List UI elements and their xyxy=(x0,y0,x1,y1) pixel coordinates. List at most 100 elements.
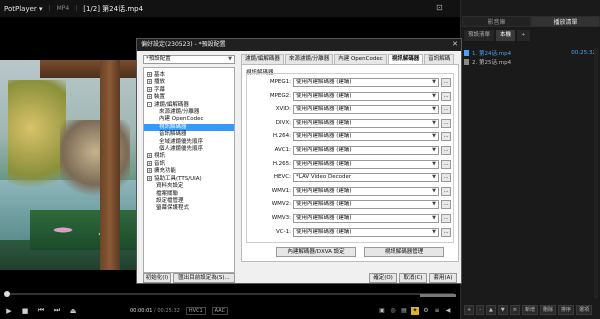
playlist-icon[interactable]: ≡ xyxy=(433,307,441,315)
decoder-options-button[interactable]: ... xyxy=(441,227,451,237)
tree-item[interactable]: 視訊解碼器 xyxy=(144,123,234,132)
decoder-options-button[interactable]: ... xyxy=(441,214,451,223)
decoder-select[interactable]: 使用內建解碼器 (建議) ▼ xyxy=(293,200,439,210)
subtab-local[interactable]: 本機 xyxy=(496,30,516,41)
initialize-button[interactable]: 初始化(I) xyxy=(143,273,171,283)
tree-item[interactable]: 全域濾鏡優先順序 xyxy=(144,139,234,146)
tree-item[interactable]: + 擴充功能 xyxy=(144,168,234,175)
time-display[interactable]: 00:00:01 / 00:25:32 xyxy=(130,308,180,314)
decoder-select[interactable]: 使用內建解碼器 (建議) ▼ xyxy=(293,118,439,128)
add-button[interactable]: 新增 xyxy=(521,305,538,315)
expand-icon[interactable]: + xyxy=(147,175,152,181)
collapse-icon[interactable]: - xyxy=(147,101,152,107)
decoder-label: WMV3: xyxy=(271,215,291,221)
tree-item[interactable]: + 視訊 xyxy=(144,153,234,160)
previous-icon[interactable]: ⏮ xyxy=(36,306,46,315)
decoder-options-button[interactable]: ... xyxy=(441,91,451,101)
stop-icon[interactable]: ■ xyxy=(20,307,30,315)
tab-filters-codecs[interactable]: 濾鏡/編解碼器 xyxy=(241,54,284,64)
sort-button[interactable]: 排序 xyxy=(557,305,574,315)
seek-bar[interactable] xyxy=(0,290,460,298)
chevron-down-icon: ▼ xyxy=(432,92,436,99)
expand-icon[interactable]: + xyxy=(147,160,152,166)
tree-item[interactable]: 檔案關聯 xyxy=(144,191,234,198)
tree-item[interactable]: + 播放 xyxy=(144,79,234,86)
subtitle-icon[interactable]: ▤ xyxy=(400,307,408,315)
list-item[interactable]: 2. 第25话.mp4 xyxy=(462,57,600,66)
tree-item[interactable]: 內建 OpenCodec xyxy=(144,116,234,123)
cancel-button[interactable]: 取消(C) xyxy=(399,273,427,283)
list-item[interactable]: 1. 第24话.mp4 00:25:32 xyxy=(462,48,600,57)
volume-icon[interactable]: ◀ xyxy=(444,307,452,315)
playlist-scrollbar[interactable] xyxy=(594,48,598,298)
vr-icon[interactable]: ◎ xyxy=(389,307,397,315)
decoder-options-button[interactable]: ... xyxy=(441,159,451,169)
options-button[interactable]: 選項 xyxy=(575,305,592,315)
expand-icon[interactable]: + xyxy=(147,94,152,100)
decoder-options-button[interactable]: ... xyxy=(441,132,451,142)
chevron-down-icon: ▼ xyxy=(432,147,436,153)
export-settings-button[interactable]: 匯出目前設定為(S)... xyxy=(173,273,235,283)
move-up-button[interactable]: ▲ xyxy=(486,305,496,315)
seek-handle[interactable] xyxy=(4,291,10,297)
expand-icon[interactable]: + xyxy=(147,153,152,159)
decoder-options-button[interactable]: ... xyxy=(441,200,451,210)
playlist-add-button[interactable]: + xyxy=(464,305,475,315)
decoder-select[interactable]: 使用內建解碼器 (建議) ▼ xyxy=(293,91,439,101)
expand-icon[interactable]: + xyxy=(147,79,152,85)
tab-opencodec[interactable]: 內建 OpenCodec xyxy=(334,54,387,64)
tree-item[interactable]: 資料夾設定 xyxy=(144,183,234,190)
expand-icon[interactable]: + xyxy=(147,72,152,77)
delete-button[interactable]: 刪除 xyxy=(539,305,556,315)
decoder-select[interactable]: 使用內建解碼器 (建議) ▼ xyxy=(293,78,439,87)
decoder-options-button[interactable]: ... xyxy=(441,173,451,183)
decoder-select[interactable]: 使用內建解碼器 (建議) ▼ xyxy=(293,105,439,115)
subtab-default-list[interactable]: 預設清單 xyxy=(464,30,495,41)
tab-playlist[interactable]: 播放清單 xyxy=(531,16,600,27)
settings-icon[interactable]: ✦ xyxy=(411,306,419,315)
decoder-options-button[interactable]: ... xyxy=(441,78,451,87)
expand-icon[interactable]: + xyxy=(147,168,152,174)
decoder-select[interactable]: 使用內建解碼器 (建議) ▼ xyxy=(293,159,439,169)
close-icon[interactable]: ✕ xyxy=(452,40,458,48)
builtin-dxva-settings-button[interactable]: 內建解碼器/DXVA 設定 xyxy=(276,247,356,257)
ok-button[interactable]: 確定(O) xyxy=(369,273,397,283)
tab-library[interactable]: 影音庫 xyxy=(462,16,531,27)
open-file-icon[interactable]: ⏏ xyxy=(68,307,78,315)
tab-video-decoder[interactable]: 視訊解碼器 xyxy=(387,54,424,64)
decoder-row: HEVC: *LAV Video Decoder ▼... xyxy=(247,172,455,183)
profile-select[interactable]: *預設配置 ▼ xyxy=(143,55,235,64)
tree-item[interactable]: 音訊解碼器 xyxy=(144,131,234,138)
apply-button[interactable]: 套用(A) xyxy=(429,273,457,283)
decoder-select[interactable]: *LAV Video Decoder ▼ xyxy=(293,173,439,183)
tab-source-filters[interactable]: 來源濾鏡/分離器 xyxy=(284,54,334,64)
tree-item[interactable]: + 協助工具(TTS/UIA) xyxy=(144,175,234,183)
pin-icon[interactable]: ⊡ xyxy=(436,3,446,13)
tree-item[interactable]: - 濾鏡/編解碼器 xyxy=(144,101,234,109)
tree-item-label: 來源濾鏡/分離器 xyxy=(159,109,200,116)
move-down-button[interactable]: ▼ xyxy=(497,305,508,315)
tab-audio-decoder[interactable]: 音訊解碼 xyxy=(424,54,455,64)
decoder-select[interactable]: 使用內建解碼器 (建議) ▼ xyxy=(293,132,439,142)
decoder-options-button[interactable]: ... xyxy=(441,146,451,155)
decoder-options-button[interactable]: ... xyxy=(441,186,451,196)
playlist-remove-button[interactable]: - xyxy=(476,305,485,315)
decoder-options-button[interactable]: ... xyxy=(441,118,451,128)
video-decoder-manage-button[interactable]: 視訊解碼器管理 xyxy=(364,247,444,257)
tree-item[interactable]: 螢幕保護程式 xyxy=(144,205,234,212)
gear-icon[interactable]: ⚙ xyxy=(422,307,430,315)
menu-button[interactable]: ≡ xyxy=(509,305,520,315)
3d-icon[interactable]: ▣ xyxy=(378,307,386,315)
decoder-select[interactable]: 使用內建解碼器 (建議) ▼ xyxy=(293,186,439,196)
next-icon[interactable]: ⏭ xyxy=(52,306,62,315)
expand-icon[interactable]: + xyxy=(147,86,152,92)
decoder-options-button[interactable]: ... xyxy=(441,105,451,115)
volume-slider[interactable] xyxy=(420,294,456,297)
app-menu-button[interactable]: PotPlayer ▾ xyxy=(4,5,43,13)
decoder-select[interactable]: 使用內建解碼器 (建議) ▼ xyxy=(293,146,439,155)
decoder-select[interactable]: 使用內建解碼器 (建議) ▼ xyxy=(293,227,439,237)
add-list-button[interactable]: + xyxy=(517,30,530,41)
tree-item[interactable]: + 裝置 xyxy=(144,94,234,101)
decoder-select[interactable]: 使用內建解碼器 (建議) ▼ xyxy=(293,214,439,223)
play-icon[interactable]: ▶ xyxy=(4,307,14,315)
